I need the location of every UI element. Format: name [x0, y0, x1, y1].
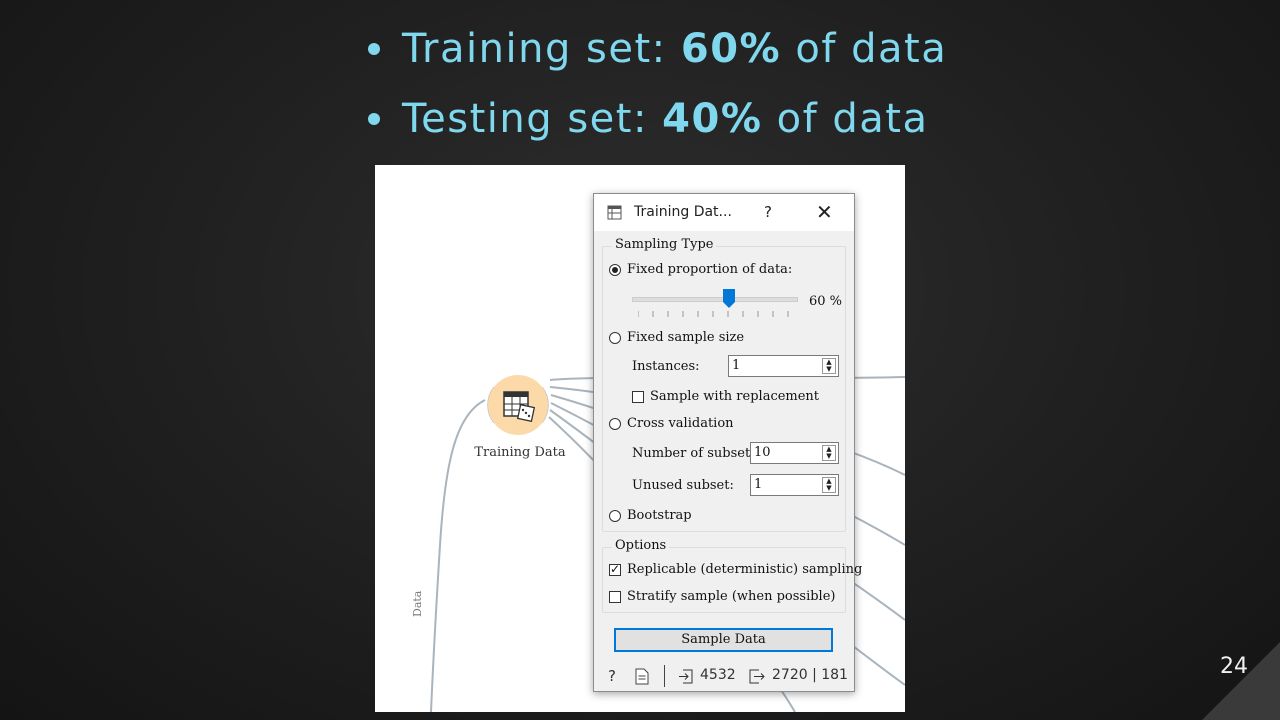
instances-label: Instances:: [632, 359, 700, 374]
input-count: 4532: [700, 667, 736, 683]
bootstrap-radio[interactable]: [609, 509, 621, 522]
widget-label: Training Data: [474, 445, 566, 460]
sampling-type-title: Sampling Type: [612, 237, 717, 252]
spin-arrows-icon[interactable]: ▲ ▼: [822, 358, 836, 374]
fixed-proportion-radio[interactable]: [609, 263, 621, 276]
training-data-dialog: Training Dat... ? ✕ Sampling Type Fixed …: [593, 193, 862, 692]
fixed-sample-radio[interactable]: [609, 331, 621, 344]
stratify-checkbox[interactable]: [609, 590, 621, 603]
spin-arrows-icon[interactable]: ▲ ▼: [822, 445, 836, 461]
subsets-value: 10: [754, 445, 771, 460]
options-title: Options: [612, 538, 670, 553]
output-counts: 2720 | 181: [772, 667, 848, 683]
unused-subset-value: 1: [754, 477, 763, 492]
sample-data-button[interactable]: Sample Data: [614, 628, 833, 652]
replicable-label: Replicable (deterministic) sampling: [627, 562, 863, 577]
slide-number: 24: [1220, 654, 1248, 679]
window-icon: [607, 205, 622, 220]
replacement-option[interactable]: Sample with replacement: [632, 389, 819, 404]
unused-subset-spinbox[interactable]: 1 ▲ ▼: [750, 474, 839, 496]
slide-bullets: Training set: 60% of data Testing set: 4…: [368, 14, 947, 154]
bootstrap-label: Bootstrap: [627, 508, 692, 523]
cross-validation-radio[interactable]: [609, 417, 621, 430]
output-icon: [749, 669, 765, 684]
dialog-title: Training Dat...: [634, 204, 732, 220]
stratify-option[interactable]: Stratify sample (when possible): [609, 589, 835, 604]
help-icon[interactable]: ?: [608, 667, 616, 685]
close-button[interactable]: ✕: [816, 200, 833, 224]
bullet-text: Training set: 60% of data: [402, 26, 948, 72]
fixed-proportion-option[interactable]: Fixed proportion of data:: [609, 262, 792, 277]
stratify-label: Stratify sample (when possible): [627, 589, 836, 604]
cross-validation-option[interactable]: Cross validation: [609, 416, 734, 431]
spin-arrows-icon[interactable]: ▲ ▼: [822, 477, 836, 493]
replicable-checkbox[interactable]: [609, 562, 621, 576]
fixed-proportion-label: Fixed proportion of data:: [627, 262, 793, 277]
replacement-label: Sample with replacement: [650, 389, 820, 404]
subsets-spinbox[interactable]: 10 ▲ ▼: [750, 442, 839, 464]
cross-validation-label: Cross validation: [627, 416, 734, 431]
slider-ticks: [638, 311, 789, 317]
bullet-training: Training set: 60% of data: [368, 14, 947, 84]
data-sampler-icon: [503, 391, 535, 422]
fixed-sample-option[interactable]: Fixed sample size: [609, 330, 744, 345]
bullet-dot: [368, 113, 380, 125]
fixed-sample-label: Fixed sample size: [627, 330, 745, 345]
input-icon: [679, 669, 693, 684]
subsets-label: Number of subsets:: [632, 446, 762, 461]
replacement-checkbox[interactable]: [632, 390, 644, 403]
bullet-dot: [368, 43, 380, 55]
help-button[interactable]: ?: [764, 203, 772, 221]
proportion-slider-handle[interactable]: [723, 289, 735, 309]
training-data-widget[interactable]: [483, 370, 553, 440]
replicable-option[interactable]: Replicable (deterministic) sampling: [609, 562, 862, 577]
status-bar: ? 4532 2720 | 181: [594, 664, 854, 690]
proportion-slider[interactable]: [632, 297, 798, 302]
proportion-value: 60 %: [809, 294, 843, 309]
bullet-text: Testing set: 40% of data: [402, 96, 929, 142]
instances-value: 1: [732, 358, 741, 373]
instances-spinbox[interactable]: 1 ▲ ▼: [728, 355, 839, 377]
bootstrap-option[interactable]: Bootstrap: [609, 508, 692, 523]
bullet-testing: Testing set: 40% of data: [368, 84, 947, 154]
unused-subset-label: Unused subset:: [632, 478, 734, 493]
dialog-titlebar[interactable]: Training Dat... ? ✕: [594, 194, 854, 231]
status-divider: [664, 665, 665, 687]
report-icon[interactable]: [635, 668, 649, 685]
link-label: Data: [411, 590, 424, 617]
